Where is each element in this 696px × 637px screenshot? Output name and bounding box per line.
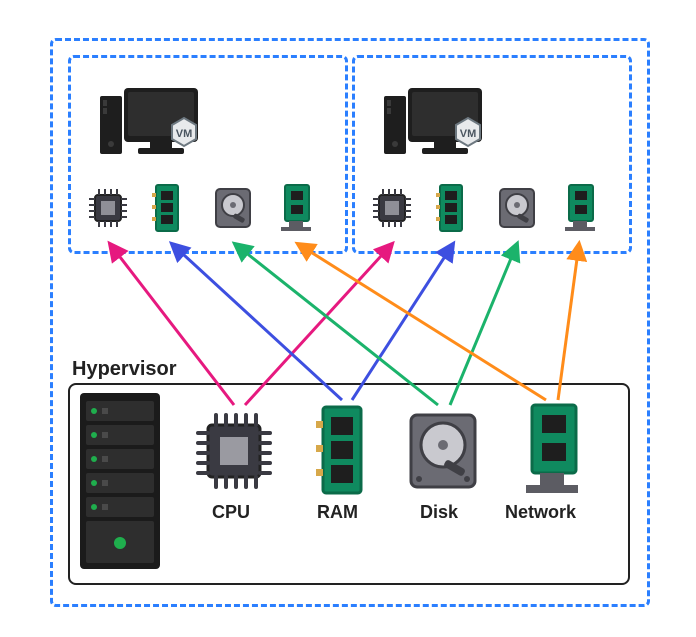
phys-cpu-icon	[192, 409, 276, 493]
vm1-disk-icon	[210, 185, 256, 231]
diagram-canvas: VM	[0, 0, 696, 637]
phys-disk-icon	[403, 409, 483, 493]
vm1-cpu-icon	[85, 185, 131, 231]
vm2-ram-icon	[434, 183, 472, 233]
hypervisor-label: Hypervisor	[72, 358, 177, 381]
vm1-network-icon	[275, 183, 315, 233]
server-rack-icon	[76, 391, 164, 573]
phys-network-icon	[518, 403, 584, 499]
vm2-desktop-icon: VM	[374, 78, 494, 170]
disk-label: Disk	[420, 502, 458, 523]
vm1-ram-icon	[150, 183, 188, 233]
vm2-cpu-icon	[369, 185, 415, 231]
vm1-desktop-icon: VM	[90, 78, 210, 170]
ram-label: RAM	[317, 502, 358, 523]
phys-ram-icon	[313, 405, 371, 495]
svg-text:VM: VM	[460, 128, 477, 140]
vm2-disk-icon	[494, 185, 540, 231]
cpu-label: CPU	[212, 502, 250, 523]
vm2-network-icon	[559, 183, 599, 233]
svg-text:VM: VM	[176, 128, 193, 140]
network-label: Network	[505, 502, 576, 523]
